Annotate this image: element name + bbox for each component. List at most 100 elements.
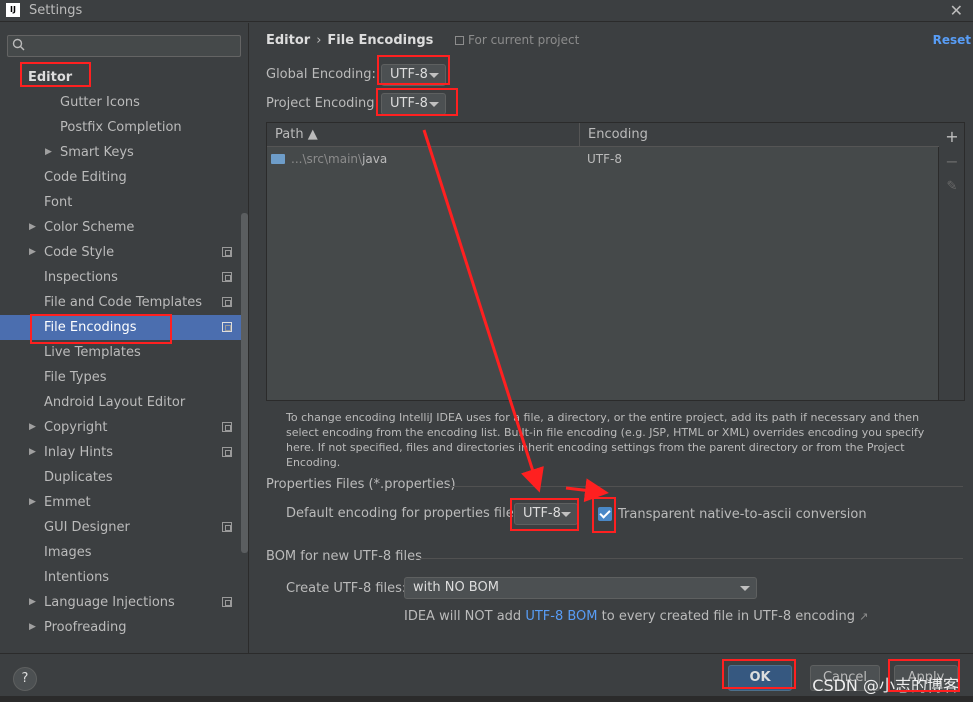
sidebar-item-proofreading[interactable]: ▶ Proofreading <box>0 615 248 640</box>
expand-arrow-icon[interactable]: ▶ <box>29 615 36 640</box>
watermark: CSDN @小志的博客 <box>812 676 959 695</box>
expand-arrow-icon[interactable]: ▶ <box>29 215 36 240</box>
sidebar-item-copyright[interactable]: ▶ Copyright <box>0 415 248 440</box>
create-utf8-value: with NO BOM <box>413 580 499 595</box>
section-divider <box>416 558 963 559</box>
sidebar-item-font[interactable]: Font <box>0 190 248 215</box>
window-title: Settings <box>29 3 83 18</box>
sidebar-item-code-editing[interactable]: Code Editing <box>0 165 248 190</box>
table-header: Path ▲ Encoding <box>267 123 940 147</box>
sidebar-item-label: Postfix Completion <box>60 120 182 135</box>
search-input[interactable] <box>7 35 241 57</box>
sidebar-item-label: GUI Designer <box>44 520 130 535</box>
encoding-help-text: To change encoding IntelliJ IDEA uses fo… <box>286 411 925 469</box>
expand-arrow-icon[interactable]: ▶ <box>29 440 36 465</box>
sidebar-item-file-and-code-templates[interactable]: File and Code Templates <box>0 290 248 315</box>
reset-link[interactable]: Reset <box>933 33 971 47</box>
sidebar-item-color-scheme[interactable]: ▶ Color Scheme <box>0 215 248 240</box>
sidebar-item-label: Code Editing <box>44 170 127 185</box>
project-scope-icon <box>222 447 232 457</box>
sidebar-item-label: Live Templates <box>44 345 141 360</box>
global-encoding-combo[interactable]: UTF-8 <box>381 64 446 86</box>
close-icon[interactable]: ✕ <box>950 1 963 20</box>
sidebar-item-label: Inspections <box>44 270 118 285</box>
transparent-conversion-label[interactable]: Transparent native-to-ascii conversion <box>618 507 867 522</box>
sidebar-item-inspections[interactable]: Inspections <box>0 265 248 290</box>
encoding-column-header[interactable]: Encoding <box>580 123 940 147</box>
sidebar-item-smart-keys[interactable]: ▶ Smart Keys <box>0 140 248 165</box>
expand-arrow-icon[interactable]: ▶ <box>29 490 36 515</box>
utf8-bom-link[interactable]: UTF-8 BOM <box>525 609 597 624</box>
sidebar-item-live-templates[interactable]: Live Templates <box>0 340 248 365</box>
expand-arrow-icon[interactable]: ▶ <box>29 415 36 440</box>
remove-icon[interactable]: − <box>944 154 960 170</box>
add-icon[interactable]: + <box>944 129 960 145</box>
create-utf8-combo[interactable]: with NO BOM <box>404 577 757 599</box>
sidebar-item-gui-designer[interactable]: GUI Designer <box>0 515 248 540</box>
sidebar-item-emmet[interactable]: ▶ Emmet <box>0 490 248 515</box>
bom-note: IDEA will NOT add UTF-8 BOM to every cre… <box>404 609 869 624</box>
expand-arrow-icon[interactable]: ▶ <box>29 240 36 265</box>
breadcrumb-separator: › <box>316 33 322 48</box>
chevron-down-icon <box>740 586 750 591</box>
table-row[interactable]: ...\src\main\java UTF-8 <box>267 147 940 171</box>
project-scope-icon <box>222 522 232 532</box>
sidebar-item-label: Copyright <box>44 420 108 435</box>
project-encoding-value: UTF-8 <box>390 96 428 111</box>
sidebar-item-gutter-icons[interactable]: Gutter Icons <box>0 90 248 115</box>
edit-icon[interactable]: ✎ <box>944 179 960 195</box>
breadcrumb: Editor › File Encodings <box>266 33 433 48</box>
path-cell: ...\src\main\java <box>291 152 388 166</box>
for-current-project-note: For current project <box>455 33 579 47</box>
sidebar-item-label: File and Code Templates <box>44 295 202 310</box>
sidebar-item-label: Inlay Hints <box>44 445 113 460</box>
sidebar-item-duplicates[interactable]: Duplicates <box>0 465 248 490</box>
sidebar-item-inlay-hints[interactable]: ▶ Inlay Hints <box>0 440 248 465</box>
sidebar-item-label: Editor <box>28 70 73 85</box>
external-link-icon: ↗ <box>859 610 869 623</box>
sidebar-item-language-injections[interactable]: ▶ Language Injections <box>0 590 248 615</box>
settings-sidebar: Editor Gutter Icons Postfix Completion ▶… <box>0 23 249 653</box>
project-scope-icon <box>222 422 232 432</box>
expand-arrow-icon[interactable]: ▶ <box>29 590 36 615</box>
project-scope-icon <box>222 322 232 332</box>
dialog-button-bar: ? OK Cancel Apply CSDN @小志的博客 <box>0 653 973 702</box>
sidebar-item-postfix-completion[interactable]: Postfix Completion <box>0 115 248 140</box>
sidebar-item-label: Images <box>44 545 92 560</box>
project-encoding-combo[interactable]: UTF-8 <box>381 93 446 115</box>
settings-content: Editor › File Encodings For current projec… <box>250 23 973 653</box>
sidebar-item-file-types[interactable]: File Types <box>0 365 248 390</box>
chevron-down-icon <box>429 73 439 78</box>
sidebar-item-label: Gutter Icons <box>60 95 140 110</box>
sidebar-item-label: Emmet <box>44 495 91 510</box>
sidebar-item-editor[interactable]: Editor <box>0 65 248 90</box>
project-scope-icon <box>455 36 464 45</box>
search-icon <box>12 38 25 51</box>
sidebar-item-code-style[interactable]: ▶ Code Style <box>0 240 248 265</box>
properties-encoding-label: Default encoding for properties files: <box>286 506 525 521</box>
folder-icon <box>271 154 285 164</box>
sidebar-item-file-encodings[interactable]: File Encodings <box>0 315 248 340</box>
project-scope-icon <box>222 272 232 282</box>
project-scope-icon <box>222 297 232 307</box>
project-scope-icon <box>222 597 232 607</box>
sidebar-item-label: Smart Keys <box>60 145 134 160</box>
transparent-conversion-checkbox[interactable] <box>598 507 612 521</box>
sidebar-item-label: Language Injections <box>44 595 175 610</box>
sidebar-item-label: File Encodings <box>44 320 137 335</box>
sidebar-item-label: File Types <box>44 370 107 385</box>
sidebar-item-intentions[interactable]: Intentions <box>0 565 248 590</box>
properties-encoding-combo[interactable]: UTF-8 <box>514 503 578 525</box>
expand-arrow-icon[interactable]: ▶ <box>45 140 52 165</box>
breadcrumb-parent[interactable]: Editor <box>266 33 310 48</box>
breadcrumb-current: File Encodings <box>327 33 434 48</box>
help-button[interactable]: ? <box>13 667 37 691</box>
path-column-header[interactable]: Path ▲ <box>267 123 580 147</box>
encoding-cell[interactable]: UTF-8 <box>587 147 622 171</box>
bom-section-title: BOM for new UTF-8 files <box>266 549 422 564</box>
create-utf8-label: Create UTF-8 files: <box>286 581 407 596</box>
ok-button[interactable]: OK <box>728 665 792 691</box>
sidebar-item-images[interactable]: Images <box>0 540 248 565</box>
sidebar-item-android-layout-editor[interactable]: Android Layout Editor <box>0 390 248 415</box>
sidebar-scrollbar[interactable] <box>241 213 248 553</box>
